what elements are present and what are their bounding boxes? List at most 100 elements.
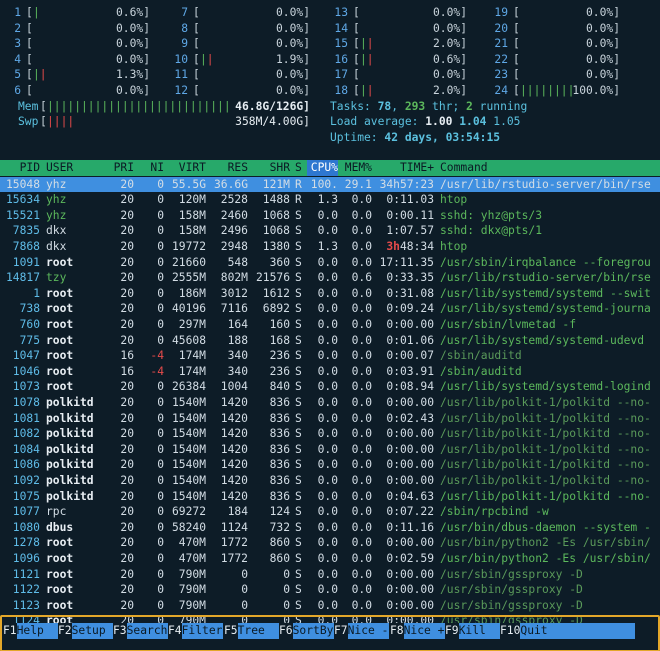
table-row[interactable]: 15634 yhz 20 0 120M 2528 1488 R 1.3 0.0 0:11.03 hto… [0, 192, 660, 208]
table-row[interactable]: 1046 root 16 -4 174M 340 236 S 0.0 0.0 0:03.91/sbi… [0, 364, 660, 380]
cell-user: polkitd [46, 442, 94, 456]
cell-shr: 840 [269, 380, 290, 394]
cell-virt: 1540M [171, 427, 206, 441]
table-row[interactable]: 1121 root 20 0 790M 0 0 S 0.0 0.0 0:00.00/usr/sbin… [0, 567, 660, 583]
cell-res: 188 [227, 333, 248, 347]
cell-cmd: /usr/lib/polkit-1/polkitd --no- [440, 396, 651, 409]
cell-ni: 0 [157, 583, 164, 597]
fkey-f7[interactable]: F7Nice - [334, 623, 389, 639]
cell-mem: 0.0 [351, 364, 372, 378]
cell-user: yhz [46, 177, 67, 191]
cell-ni: 0 [157, 224, 164, 238]
column-header-s[interactable]: S [295, 160, 305, 176]
time-value: 0:00.00 [386, 536, 434, 550]
fkey-f8[interactable]: F8Nice + [390, 623, 445, 639]
table-row[interactable]: 775 root 20 0 45608 188 168 S 0.0 0.0 0:01.06/usr/… [0, 333, 660, 349]
table-row[interactable]: 1278 root 20 0 470M 1772 860 S 0.0 0.0 0:00.00/usr… [0, 535, 660, 551]
table-row[interactable]: 1047 root 16 -4 174M 340 236 S 0.0 0.0 0:00.07/sbi… [0, 348, 660, 364]
cell-time: 0:11.03 [374, 192, 434, 208]
cpu-meter: 24[|||||||| 100.0%] [0, 83, 660, 99]
column-header-user[interactable]: USER [46, 160, 106, 176]
cell-res: 1772 [220, 536, 248, 550]
cell-pri: 20 [120, 208, 134, 222]
column-header-time[interactable]: TIME+ [374, 160, 434, 176]
table-row[interactable]: 15521 yhz 20 0 158M 2460 1068 S 0.0 0.0 0:00.11 ssh… [0, 208, 660, 224]
table-row[interactable]: 1073 root 20 0 26384 1004 840 S 0.0 0.0 0:08.94/us… [0, 379, 660, 395]
tasks-label: Tasks: [330, 99, 378, 113]
cell-s: S [295, 208, 302, 222]
cell-mem: 0.0 [351, 286, 372, 300]
cell-cpu: 1.3 [317, 240, 338, 253]
cell-shr: 1068 [262, 208, 290, 222]
table-row[interactable]: 1081 polkitd 20 0 1540M 1420 836 S 0.0 0.0 0:02.43… [0, 411, 660, 427]
cell-cpu: 0.0 [317, 505, 338, 519]
fkey-f3[interactable]: F3Search [113, 623, 168, 639]
time-value: 48:34 [399, 240, 434, 253]
cell-pri: 20 [120, 286, 134, 300]
cell-pid: 1092 [12, 474, 40, 487]
column-header-mem[interactable]: MEM% [340, 160, 372, 176]
cell-cpu: 0.0 [317, 255, 338, 269]
cell-s: S [295, 427, 302, 441]
cell-ni: 0 [157, 458, 164, 472]
table-row[interactable]: 1122 root 20 0 790M 0 0 S 0.0 0.0 0:00.00/usr/sbin… [0, 582, 660, 598]
table-row[interactable]: 738 root 20 0 40196 7116 6892 S 0.0 0.0 0:09.24/us… [0, 301, 660, 317]
cell-cpu: 0.0 [317, 458, 338, 472]
table-row[interactable]: 1091 root 20 0 21660 548 360 S 0.0 0.0 17:11.35/us… [0, 255, 660, 271]
cell-user: dkx [46, 224, 67, 238]
column-header-shr[interactable]: SHR [250, 160, 290, 176]
table-row[interactable]: 1092 polkitd 20 0 1540M 1420 836 S 0.0 0.0 0:00.00… [0, 473, 660, 489]
table-row[interactable]: 1096 root 20 0 470M 1772 860 S 0.0 0.0 0:02.59/usr… [0, 551, 660, 567]
cell-pri: 20 [120, 224, 134, 238]
fkey-f5[interactable]: F5Tree [224, 623, 279, 639]
column-header-command[interactable]: Command [440, 160, 660, 176]
cell-cmd: /usr/lib/polkit-1/polkitd --no- [440, 427, 651, 441]
column-header-pri[interactable]: PRI [108, 160, 134, 176]
column-header-cpu[interactable]: CPU% [307, 160, 338, 176]
cell-s: S [295, 349, 302, 363]
column-header-ni[interactable]: NI [136, 160, 164, 176]
cell-cmd: /usr/lib/systemd/systemd-journa [440, 302, 651, 316]
cell-mem: 0.0 [351, 333, 372, 347]
table-row[interactable]: 1086 polkitd 20 0 1540M 1420 836 S 0.0 0.0 0:00.00… [0, 457, 660, 473]
cell-res: 1420 [220, 474, 248, 487]
table-row[interactable]: 1082 polkitd 20 0 1540M 1420 836 S 0.0 0.0 0:00.00… [0, 426, 660, 442]
table-row[interactable]: 1084 polkitd 20 0 1540M 1420 836 S 0.0 0.0 0:00.00… [0, 442, 660, 458]
table-row[interactable]: 7835 dkx 20 0 158M 2496 1068 S 0.0 0.0 1:07.57 sshd… [0, 223, 660, 239]
table-row[interactable]: 760 root 20 0 297M 164 160 S 0.0 0.0 0:00.00/usr/s… [0, 317, 660, 333]
table-row[interactable]: 14817 tzy 20 0 2555M 802M 21576 S 0.0 0.6 0:33.35 /… [0, 270, 660, 286]
cell-time: 34h57:23 [374, 177, 434, 193]
fkey-number: F7 [334, 624, 348, 637]
table-row[interactable]: 1077 rpc 20 0 69272 184 124 S 0.0 0.0 0:07.22/sbin… [0, 504, 660, 520]
cpu-percent: 0.0%] [585, 52, 620, 66]
table-row[interactable]: 1080 dbus 20 0 58240 1124 732 S 0.0 0.0 0:11.16/us… [0, 520, 660, 536]
table-row[interactable]: 1 root 20 0 186M 3012 1612 S 0.0 0.0 0:31.08/usr/l… [0, 286, 660, 302]
table-row[interactable]: 1123 root 20 0 790M 0 0 S 0.0 0.0 0:00.00/usr/sbin… [0, 598, 660, 614]
cell-virt: 158M [178, 208, 206, 222]
fkey-f6[interactable]: F6SortBy [279, 623, 334, 639]
table-row[interactable]: 15048 yhz 20 0 55.5G 36.6G 121M R 100. 29.1 34h57:… [0, 176, 660, 193]
table-row[interactable]: 7868 dkx 20 0 19772 2948 1380 S 1.3 0.0 3h48:34 hto… [0, 239, 660, 255]
cell-cpu: 0.0 [317, 380, 338, 394]
cell-s: R [295, 177, 302, 191]
table-row[interactable]: 1078 polkitd 20 0 1540M 1420 836 S 0.0 0.0 0:00.00… [0, 395, 660, 411]
cell-mem: 0.0 [351, 583, 372, 597]
column-header-virt[interactable]: VIRT [166, 160, 206, 176]
time-value: 0:00.00 [386, 598, 434, 612]
cell-virt: 174M [178, 349, 206, 363]
cell-pid: 1123 [12, 598, 40, 612]
fkey-f4[interactable]: F4Filter [168, 623, 223, 639]
fkey-f10[interactable]: F10Quit [500, 623, 636, 639]
column-header-res[interactable]: RES [208, 160, 248, 176]
time-value: 0:09.24 [386, 302, 434, 316]
cell-cmd: /usr/bin/python2 -Es /usr/sbin/ [440, 536, 651, 550]
fkey-f9[interactable]: F9Kill [445, 623, 500, 639]
fkey-label: Kill [458, 623, 500, 639]
fkey-f1[interactable]: F1Help [3, 623, 58, 639]
cell-time: 0:02.59 [374, 551, 434, 567]
fkey-f2[interactable]: F2Setup [58, 623, 113, 639]
table-row[interactable]: 1075 polkitd 20 0 1540M 1420 836 S 0.0 0.0 0:04.63… [0, 489, 660, 505]
cell-virt: 40196 [171, 302, 206, 316]
cell-virt: 1540M [171, 442, 206, 456]
column-header-pid[interactable]: PID [3, 160, 40, 176]
